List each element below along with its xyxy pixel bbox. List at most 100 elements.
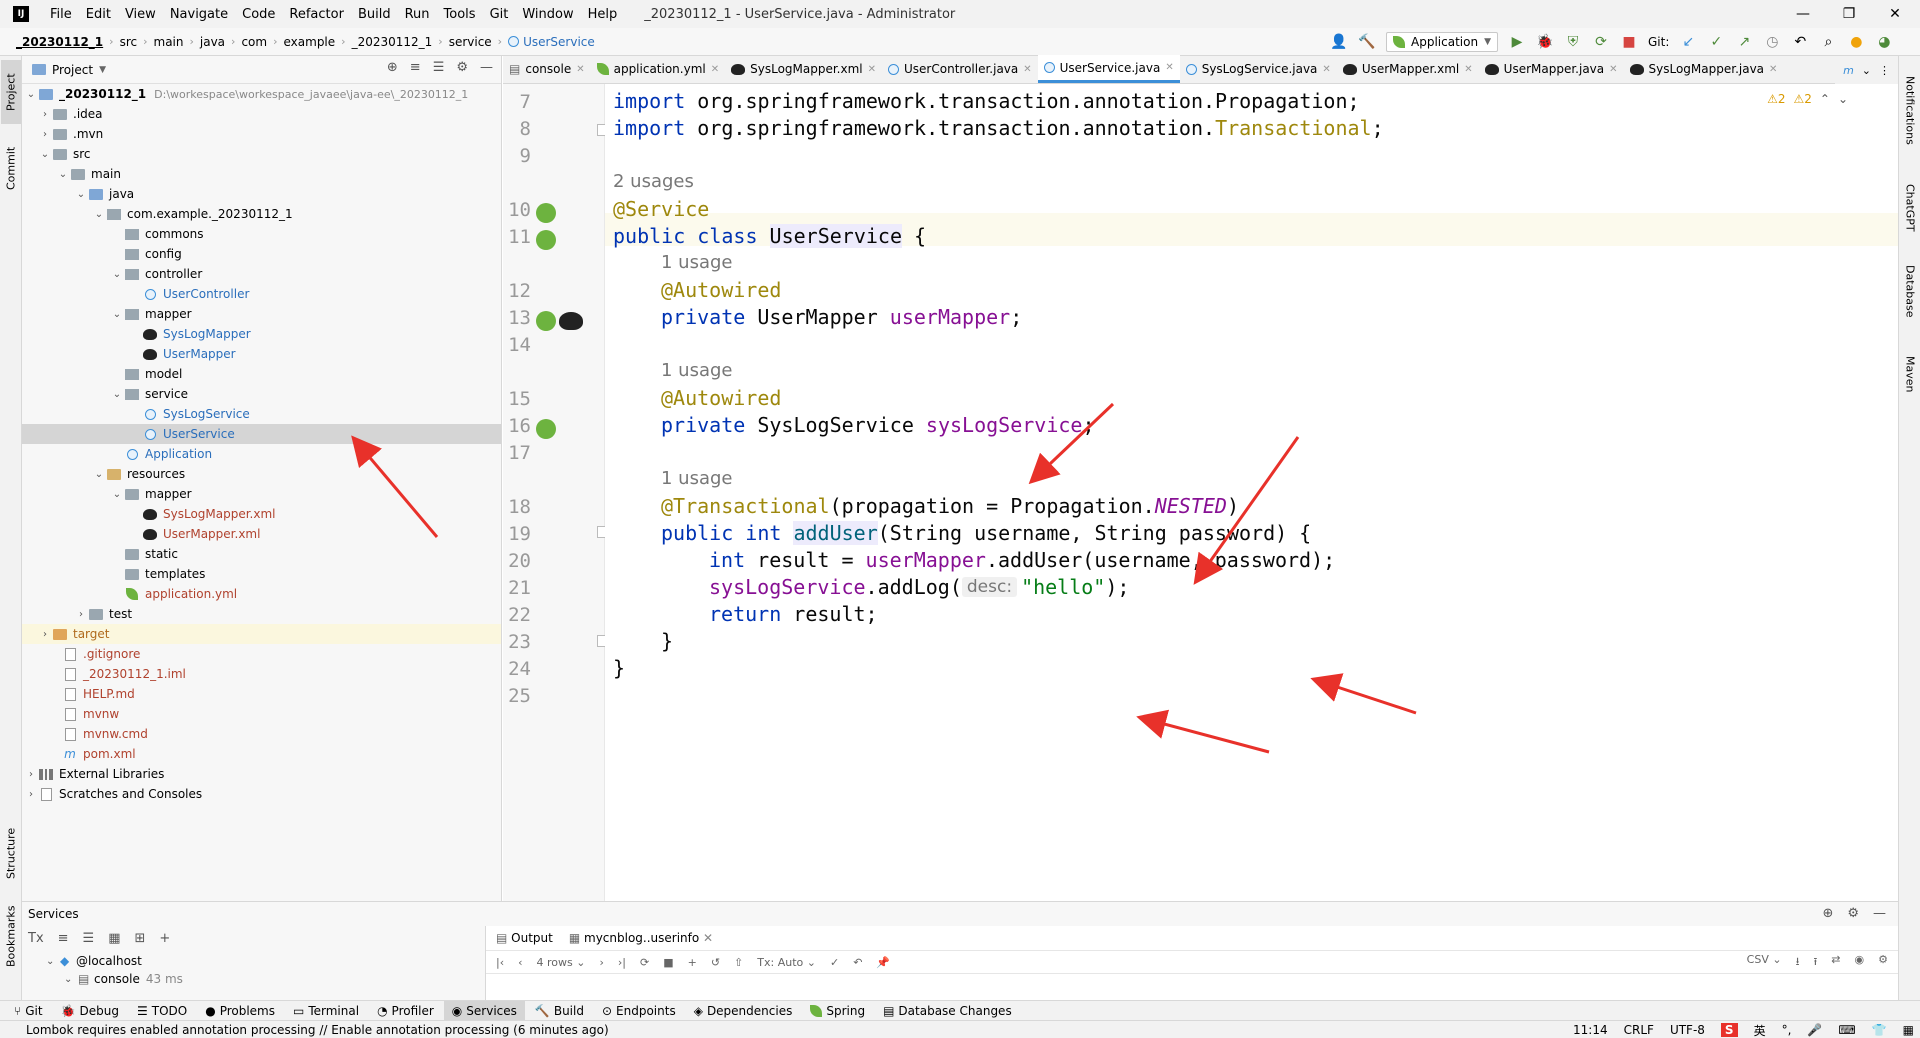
menu-edit[interactable]: Edit — [79, 7, 118, 22]
tree-item-iml[interactable]: _20230112_1.iml — [22, 664, 501, 684]
tree-item-controller[interactable]: ⌄ controller — [22, 264, 501, 284]
tool-spring[interactable]: Spring — [802, 1001, 873, 1021]
view-icon[interactable]: ◉ — [1855, 953, 1865, 972]
close-icon[interactable]: ✕ — [576, 64, 584, 75]
bookmarks-tool-tab[interactable]: Bookmarks — [1, 896, 21, 976]
project-tool-tab[interactable]: Project — [1, 60, 21, 124]
transaction-icon[interactable]: Tx — [28, 931, 44, 946]
spring-bean-gutter-icon[interactable] — [536, 203, 556, 223]
notifications-tool-tab[interactable]: Notifications — [1900, 62, 1920, 158]
tree-item-user-mapper[interactable]: UserMapper — [22, 344, 501, 364]
next-page-icon[interactable]: › — [599, 956, 603, 969]
service-item-localhost[interactable]: ⌄ ◆ @localhost — [22, 951, 477, 971]
file-encoding[interactable]: UTF-8 — [1670, 1023, 1705, 1037]
database-tool-tab[interactable]: Database — [1900, 256, 1920, 326]
tree-item-res-mapper[interactable]: ⌄ mapper — [22, 484, 501, 504]
tool-todo[interactable]: ☰ TODO — [129, 1001, 195, 1021]
tree-item-mvnw[interactable]: mvnw — [22, 704, 501, 724]
git-update-icon[interactable]: ↙ — [1679, 34, 1697, 50]
run-configuration-select[interactable]: Application ▼ — [1386, 32, 1498, 52]
breadcrumb-example[interactable]: example — [280, 35, 340, 49]
tree-item-package[interactable]: ⌄ com.example._20230112_1 — [22, 204, 501, 224]
status-message[interactable]: Lombok requires enabled annotation proce… — [0, 1023, 609, 1037]
menu-view[interactable]: View — [118, 7, 163, 22]
maven-tool-tab[interactable]: Maven — [1900, 346, 1920, 402]
menu-run[interactable]: Run — [398, 7, 437, 22]
tree-item-model[interactable]: model — [22, 364, 501, 384]
inspection-widget[interactable]: ⚠2 ⚠2 ⌃ ⌄ — [1767, 92, 1848, 106]
tree-item-mapper[interactable]: ⌄ mapper — [22, 304, 501, 324]
breadcrumb-service[interactable]: service — [445, 35, 496, 49]
tab-syslog-mapper-xml[interactable]: SysLogMapper.xml ✕ — [725, 55, 882, 83]
close-icon[interactable]: ✕ — [703, 931, 713, 945]
breadcrumb-src[interactable]: src — [116, 35, 142, 49]
compare-icon[interactable]: ⇄ — [1831, 953, 1840, 972]
tab-console[interactable]: ▤ console ✕ — [503, 55, 591, 83]
tab-syslog-service[interactable]: SysLogService.java ✕ — [1180, 55, 1337, 83]
locate-icon[interactable]: ⊕ — [1822, 906, 1833, 921]
tree-item-application[interactable]: Application — [22, 444, 501, 464]
expand-all-icon[interactable]: ≡ — [58, 931, 69, 946]
close-icon[interactable]: ✕ — [1322, 64, 1330, 75]
tree-item-gitignore[interactable]: .gitignore — [22, 644, 501, 664]
minimize-button[interactable]: — — [1780, 0, 1826, 28]
plugin-icon[interactable]: ◕ — [1875, 34, 1893, 50]
project-panel-title[interactable]: Project — [52, 63, 93, 77]
group-icon[interactable]: ▦ — [108, 931, 120, 946]
close-icon[interactable]: ✕ — [711, 64, 719, 75]
update-icon[interactable]: ● — [1847, 34, 1865, 50]
tree-item-user-service[interactable]: UserService — [22, 424, 501, 444]
menu-refactor[interactable]: Refactor — [282, 7, 351, 22]
menu-navigate[interactable]: Navigate — [163, 7, 235, 22]
add-row-icon[interactable]: + — [688, 956, 697, 969]
tool-dependencies[interactable]: ◈ Dependencies — [686, 1001, 801, 1021]
tool-build[interactable]: 🔨 Build — [527, 1001, 592, 1021]
tree-item-templates[interactable]: templates — [22, 564, 501, 584]
service-item-console[interactable]: ⌄ ▤ console 43 ms — [22, 969, 477, 989]
debug-icon[interactable]: 🐞 — [1536, 34, 1554, 50]
tool-services[interactable]: ◉ Services — [443, 1000, 525, 1021]
autowired-gutter-icon[interactable] — [536, 419, 556, 439]
structure-tool-tab[interactable]: Structure — [1, 816, 21, 890]
microphone-icon[interactable]: 🎤 — [1807, 1023, 1822, 1037]
tree-item-syslog-mapper-xml[interactable]: SysLogMapper.xml — [22, 504, 501, 524]
mybatis-gutter-icon[interactable] — [559, 312, 583, 330]
menu-git[interactable]: Git — [483, 7, 516, 22]
expand-all-icon[interactable]: ≡ — [410, 60, 421, 75]
tab-output[interactable]: ▤ Output — [496, 931, 553, 945]
tool-debug[interactable]: 🐞 Debug — [53, 1001, 127, 1021]
tree-item-help[interactable]: HELP.md — [22, 684, 501, 704]
close-icon[interactable]: ✕ — [868, 64, 876, 75]
close-window-button[interactable]: ✕ — [1872, 0, 1918, 28]
tool-profiler[interactable]: ◔ Profiler — [369, 1001, 442, 1021]
menu-file[interactable]: File — [43, 7, 79, 22]
export-format-select[interactable]: CSV ⌄ — [1747, 953, 1782, 972]
profile-icon[interactable]: ⟳ — [1592, 34, 1610, 50]
close-icon[interactable]: ✕ — [1165, 62, 1173, 73]
breadcrumb-com[interactable]: com — [237, 35, 271, 49]
pin-icon[interactable]: 📌 — [876, 956, 890, 969]
submit-icon[interactable]: ⇧ — [734, 956, 743, 969]
close-icon[interactable]: ✕ — [1023, 64, 1031, 75]
more-icon[interactable]: ⋮ — [1879, 64, 1890, 77]
menu-tools[interactable]: Tools — [437, 7, 483, 22]
grid-icon[interactable]: ▦ — [1903, 1023, 1914, 1037]
hide-icon[interactable]: — — [1873, 906, 1886, 921]
code-editor[interactable]: ⚠2 ⚠2 ⌃ ⌄ import org.springframework.tra… — [605, 84, 1898, 901]
chevron-down-icon[interactable]: ⌄ — [1862, 64, 1871, 77]
add-icon[interactable]: + — [159, 931, 170, 946]
tree-item-external-libraries[interactable]: › External Libraries — [22, 764, 501, 784]
keyboard-icon[interactable]: ⌨ — [1838, 1023, 1855, 1037]
first-page-icon[interactable]: |‹ — [496, 956, 504, 969]
revert-icon[interactable]: ↺ — [711, 956, 720, 969]
tree-item-service[interactable]: ⌄ service — [22, 384, 501, 404]
gear-icon[interactable]: ⚙ — [1847, 906, 1859, 921]
tool-database-changes[interactable]: ▤ Database Changes — [875, 1001, 1020, 1021]
close-icon[interactable]: ✕ — [1609, 64, 1617, 75]
user-icon[interactable]: 👕 — [1872, 1023, 1887, 1037]
tab-userinfo-table[interactable]: ▦ mycnblog..userinfo ✕ — [569, 931, 713, 945]
history-icon[interactable]: ◷ — [1763, 34, 1781, 50]
breadcrumb-package[interactable]: _20230112_1 — [348, 35, 437, 49]
tree-item-config[interactable]: config — [22, 244, 501, 264]
menu-window[interactable]: Window — [515, 7, 580, 22]
